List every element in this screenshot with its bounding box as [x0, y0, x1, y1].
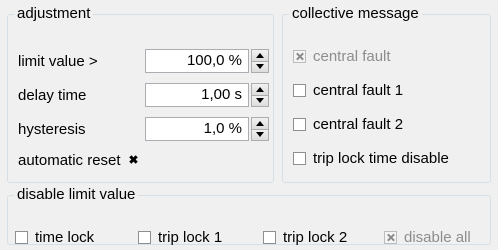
automatic-reset-label: automatic reset [18, 151, 121, 169]
trip-lock-time-disable-checkbox[interactable] [293, 151, 306, 165]
hysteresis-input[interactable]: 1,0 % [145, 117, 249, 141]
limit-value-increment-button[interactable] [251, 49, 269, 62]
trip-lock-1-checkbox[interactable] [138, 230, 151, 244]
hysteresis-decrement-button[interactable] [251, 129, 269, 141]
limit-value-row: limit value > [18, 50, 98, 72]
hysteresis-label: hysteresis [18, 120, 86, 138]
delay-time-spinbox: 1,00 s [145, 83, 269, 107]
delay-time-row: delay time [18, 84, 86, 106]
automatic-reset-checkbox[interactable] [127, 154, 140, 167]
automatic-reset-row[interactable]: automatic reset [18, 149, 140, 171]
disable-limit-value-title: disable limit value [17, 186, 136, 203]
central-fault-2-checkbox[interactable] [293, 117, 306, 131]
central-fault-item: central fault [293, 46, 391, 66]
disable-all-checkbox [384, 230, 397, 244]
limit-value-input[interactable]: 100,0 % [145, 49, 249, 73]
collective-message-title: collective message [292, 5, 419, 22]
limit-value-decrement-button[interactable] [251, 61, 269, 73]
trip-lock-2-checkbox[interactable] [263, 230, 276, 244]
central-fault-2-label: central fault 2 [313, 115, 404, 133]
arrow-down-icon [256, 132, 264, 138]
delay-time-decrement-button[interactable] [251, 95, 269, 107]
arrow-down-icon [256, 98, 264, 104]
hysteresis-spinbox: 1,0 % [145, 117, 269, 141]
adjustment-title: adjustment [17, 5, 91, 22]
disable-all-label: disable all [404, 228, 471, 246]
disable-limit-value-group: disable limit value time lock trip lock 1… [7, 186, 491, 247]
time-lock-item[interactable]: time lock [15, 227, 94, 247]
central-fault-label: central fault [313, 47, 391, 65]
delay-time-increment-button[interactable] [251, 83, 269, 96]
arrow-up-icon [256, 86, 264, 92]
disable-all-item: disable all [384, 227, 471, 247]
central-fault-1-item[interactable]: central fault 1 [293, 80, 403, 100]
arrow-down-icon [256, 64, 264, 70]
hysteresis-increment-button[interactable] [251, 117, 269, 130]
central-fault-checkbox [293, 49, 306, 63]
hysteresis-row: hysteresis [18, 118, 86, 140]
delay-time-input[interactable]: 1,00 s [145, 83, 249, 107]
collective-message-group: collective message central fault central … [282, 6, 491, 183]
delay-time-label: delay time [18, 86, 87, 104]
arrow-up-icon [256, 52, 264, 58]
time-lock-label: time lock [35, 228, 95, 246]
central-fault-1-label: central fault 1 [313, 81, 404, 99]
trip-lock-time-disable-item[interactable]: trip lock time disable [293, 148, 449, 168]
limit-value-label: limit value > [18, 52, 98, 70]
time-lock-checkbox[interactable] [15, 230, 28, 244]
trip-lock-2-item[interactable]: trip lock 2 [263, 227, 347, 247]
trip-lock-1-label: trip lock 1 [158, 228, 223, 246]
central-fault-1-checkbox[interactable] [293, 83, 306, 97]
trip-lock-time-disable-label: trip lock time disable [313, 149, 449, 167]
adjustment-group: adjustment limit value > 100,0 % delay t… [7, 6, 274, 183]
central-fault-2-item[interactable]: central fault 2 [293, 114, 403, 134]
trip-lock-1-item[interactable]: trip lock 1 [138, 227, 222, 247]
trip-lock-2-label: trip lock 2 [283, 228, 348, 246]
arrow-up-icon [256, 120, 264, 126]
limit-value-spinbox: 100,0 % [145, 49, 269, 73]
